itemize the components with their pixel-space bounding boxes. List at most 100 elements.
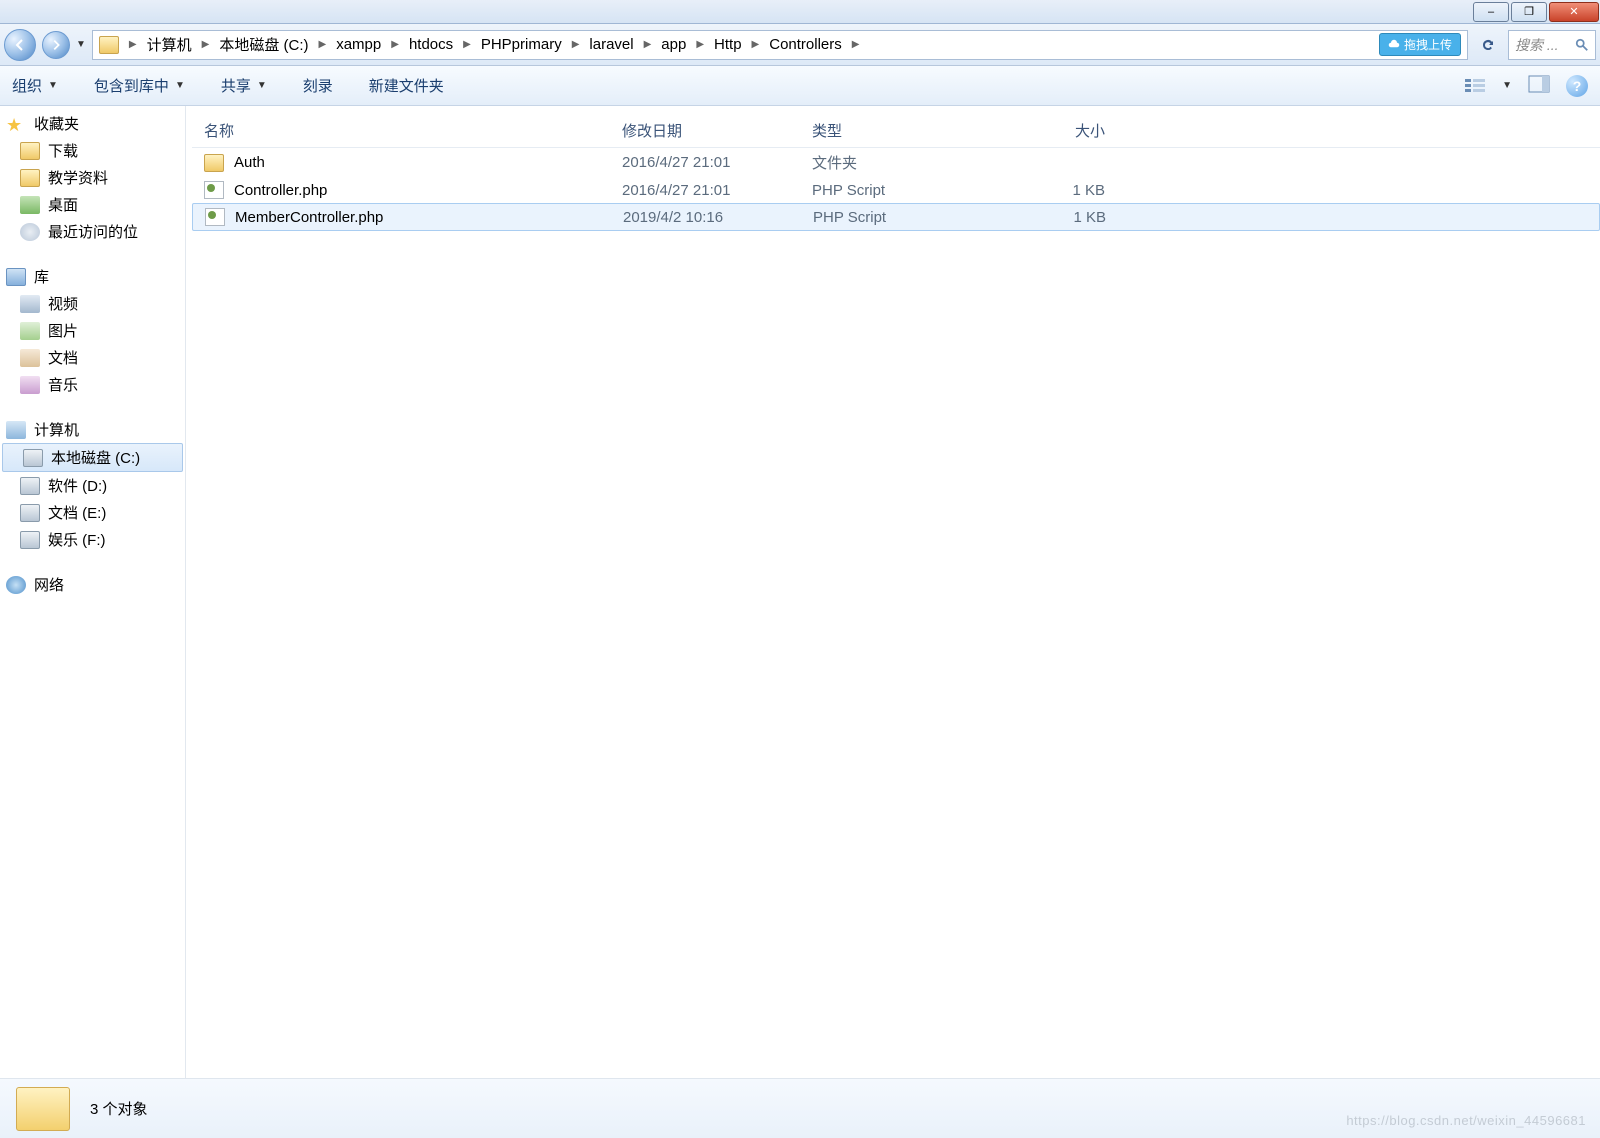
nav-item-recent[interactable]: 最近访问的位 xyxy=(0,218,185,245)
nav-group-favorites: ★收藏夹 下载 教学资料 桌面 最近访问的位 xyxy=(0,110,185,245)
file-name: Auth xyxy=(234,154,265,171)
library-icon xyxy=(6,268,26,286)
crumb-phpprimary[interactable]: PHPprimary xyxy=(477,34,566,55)
folder-icon xyxy=(20,142,40,160)
chevron-right-icon: ▶ xyxy=(692,39,708,50)
window-minimize-button[interactable]: – xyxy=(1473,2,1509,22)
new-folder-button[interactable]: 新建文件夹 xyxy=(369,75,444,96)
crumb-htdocs[interactable]: htdocs xyxy=(405,34,457,55)
preview-pane-icon xyxy=(1528,75,1550,93)
document-icon xyxy=(20,349,40,367)
nav-item-label: 本地磁盘 (C:) xyxy=(51,447,140,468)
file-rows-container: Auth 2016/4/27 21:01文件夹 Controller.php 2016… xyxy=(192,148,1600,231)
arrow-left-icon xyxy=(12,37,28,53)
nav-item-downloads[interactable]: 下载 xyxy=(0,137,185,164)
view-dropdown[interactable]: ▼ xyxy=(1502,80,1512,91)
share-menu[interactable]: 共享▼ xyxy=(221,75,267,96)
nav-item-drive-c[interactable]: 本地磁盘 (C:) xyxy=(2,443,183,472)
file-type: PHP Script xyxy=(813,209,1003,226)
nav-item-label: 视频 xyxy=(48,293,78,314)
video-icon xyxy=(20,295,40,313)
column-header-name[interactable]: 名称 xyxy=(192,120,622,141)
crumb-drive-c[interactable]: 本地磁盘 (C:) xyxy=(215,32,312,57)
folder-icon xyxy=(99,36,119,54)
search-placeholder: 搜索 ... xyxy=(1515,35,1559,55)
window-titlebar: – ❐ ✕ xyxy=(0,0,1600,24)
arrow-right-icon xyxy=(49,38,63,52)
file-row[interactable]: Auth 2016/4/27 21:01文件夹 xyxy=(192,148,1600,177)
file-size: 1 KB xyxy=(1002,182,1117,199)
file-type: 文件夹 xyxy=(812,152,1002,173)
nav-item-teaching[interactable]: 教学资料 xyxy=(0,164,185,191)
drive-icon xyxy=(23,449,43,467)
column-header-size[interactable]: 大小 xyxy=(1002,120,1117,141)
chevron-right-icon: ▶ xyxy=(198,39,214,50)
column-headers[interactable]: 名称 修改日期 类型 大小 xyxy=(192,114,1600,148)
nav-root-network[interactable]: 网络 xyxy=(0,571,185,598)
nav-root-libraries[interactable]: 库 xyxy=(0,263,185,290)
music-icon xyxy=(20,376,40,394)
computer-icon xyxy=(6,421,26,439)
preview-pane-button[interactable] xyxy=(1528,75,1550,97)
drive-icon xyxy=(20,531,40,549)
nav-item-drive-f[interactable]: 娱乐 (F:) xyxy=(0,526,185,553)
burn-button[interactable]: 刻录 xyxy=(303,75,333,96)
column-header-modified[interactable]: 修改日期 xyxy=(622,120,812,141)
crumb-xampp[interactable]: xampp xyxy=(332,34,385,55)
crumb-controllers[interactable]: Controllers xyxy=(765,34,846,55)
nav-item-videos[interactable]: 视频 xyxy=(0,290,185,317)
file-modified: 2016/4/27 21:01 xyxy=(622,154,812,171)
help-button[interactable]: ? xyxy=(1566,75,1588,97)
chevron-right-icon: ▶ xyxy=(125,39,141,50)
nav-item-desktop[interactable]: 桌面 xyxy=(0,191,185,218)
window-maximize-button[interactable]: ❐ xyxy=(1511,2,1547,22)
organize-label: 组织 xyxy=(12,75,42,96)
crumb-http[interactable]: Http xyxy=(710,34,746,55)
desktop-icon xyxy=(20,196,40,214)
nav-root-favorites[interactable]: ★收藏夹 xyxy=(0,110,185,137)
share-label: 共享 xyxy=(221,75,251,96)
window-close-button[interactable]: ✕ xyxy=(1549,2,1599,22)
navigation-pane[interactable]: ★收藏夹 下载 教学资料 桌面 最近访问的位 库 视频 图片 文档 音乐 计算机… xyxy=(0,106,186,1078)
nav-item-label: 音乐 xyxy=(48,374,78,395)
nav-history-dropdown[interactable]: ▼ xyxy=(76,39,86,50)
refresh-button[interactable] xyxy=(1474,31,1502,59)
nav-item-label: 文档 (E:) xyxy=(48,502,106,523)
crumb-computer[interactable]: 计算机 xyxy=(143,32,196,57)
php-file-icon xyxy=(204,181,224,199)
search-input[interactable]: 搜索 ... xyxy=(1508,30,1596,60)
nav-back-button[interactable] xyxy=(4,29,36,61)
file-type: PHP Script xyxy=(812,182,1002,199)
nav-item-label: 娱乐 (F:) xyxy=(48,529,106,550)
new-folder-label: 新建文件夹 xyxy=(369,75,444,96)
address-breadcrumbs[interactable]: ▶ 计算机 ▶ 本地磁盘 (C:) ▶ xampp ▶ htdocs ▶ PHP… xyxy=(92,30,1468,60)
file-name: Controller.php xyxy=(234,182,327,199)
nav-group-network: 网络 xyxy=(0,571,185,598)
include-in-library-menu[interactable]: 包含到库中▼ xyxy=(94,75,185,96)
nav-root-computer[interactable]: 计算机 xyxy=(0,416,185,443)
main-content-area: ★收藏夹 下载 教学资料 桌面 最近访问的位 库 视频 图片 文档 音乐 计算机… xyxy=(0,106,1600,1078)
file-row[interactable]: Controller.php 2016/4/27 21:01PHP Script1… xyxy=(192,177,1600,203)
watermark-text: https://blog.csdn.net/weixin_44596681 xyxy=(1346,1113,1586,1128)
nav-forward-button[interactable] xyxy=(42,31,70,59)
search-icon xyxy=(1575,38,1589,52)
crumb-app[interactable]: app xyxy=(657,34,690,55)
nav-item-label: 最近访问的位 xyxy=(48,221,138,242)
file-modified: 2016/4/27 21:01 xyxy=(622,182,812,199)
nav-item-music[interactable]: 音乐 xyxy=(0,371,185,398)
nav-item-pictures[interactable]: 图片 xyxy=(0,317,185,344)
nav-item-documents[interactable]: 文档 xyxy=(0,344,185,371)
file-row[interactable]: MemberController.php 2019/4/2 10:16PHP Sc… xyxy=(192,203,1600,231)
organize-menu[interactable]: 组织▼ xyxy=(12,75,58,96)
nav-item-drive-e[interactable]: 文档 (E:) xyxy=(0,499,185,526)
column-header-type[interactable]: 类型 xyxy=(812,120,1002,141)
recent-icon xyxy=(20,223,40,241)
file-name: MemberController.php xyxy=(235,209,383,226)
star-icon: ★ xyxy=(6,115,26,133)
upload-badge[interactable]: 拖拽上传 xyxy=(1379,33,1461,56)
file-modified: 2019/4/2 10:16 xyxy=(623,209,813,226)
crumb-laravel[interactable]: laravel xyxy=(585,34,637,55)
nav-item-drive-d[interactable]: 软件 (D:) xyxy=(0,472,185,499)
nav-item-label: 图片 xyxy=(48,320,78,341)
change-view-button[interactable] xyxy=(1464,77,1486,95)
